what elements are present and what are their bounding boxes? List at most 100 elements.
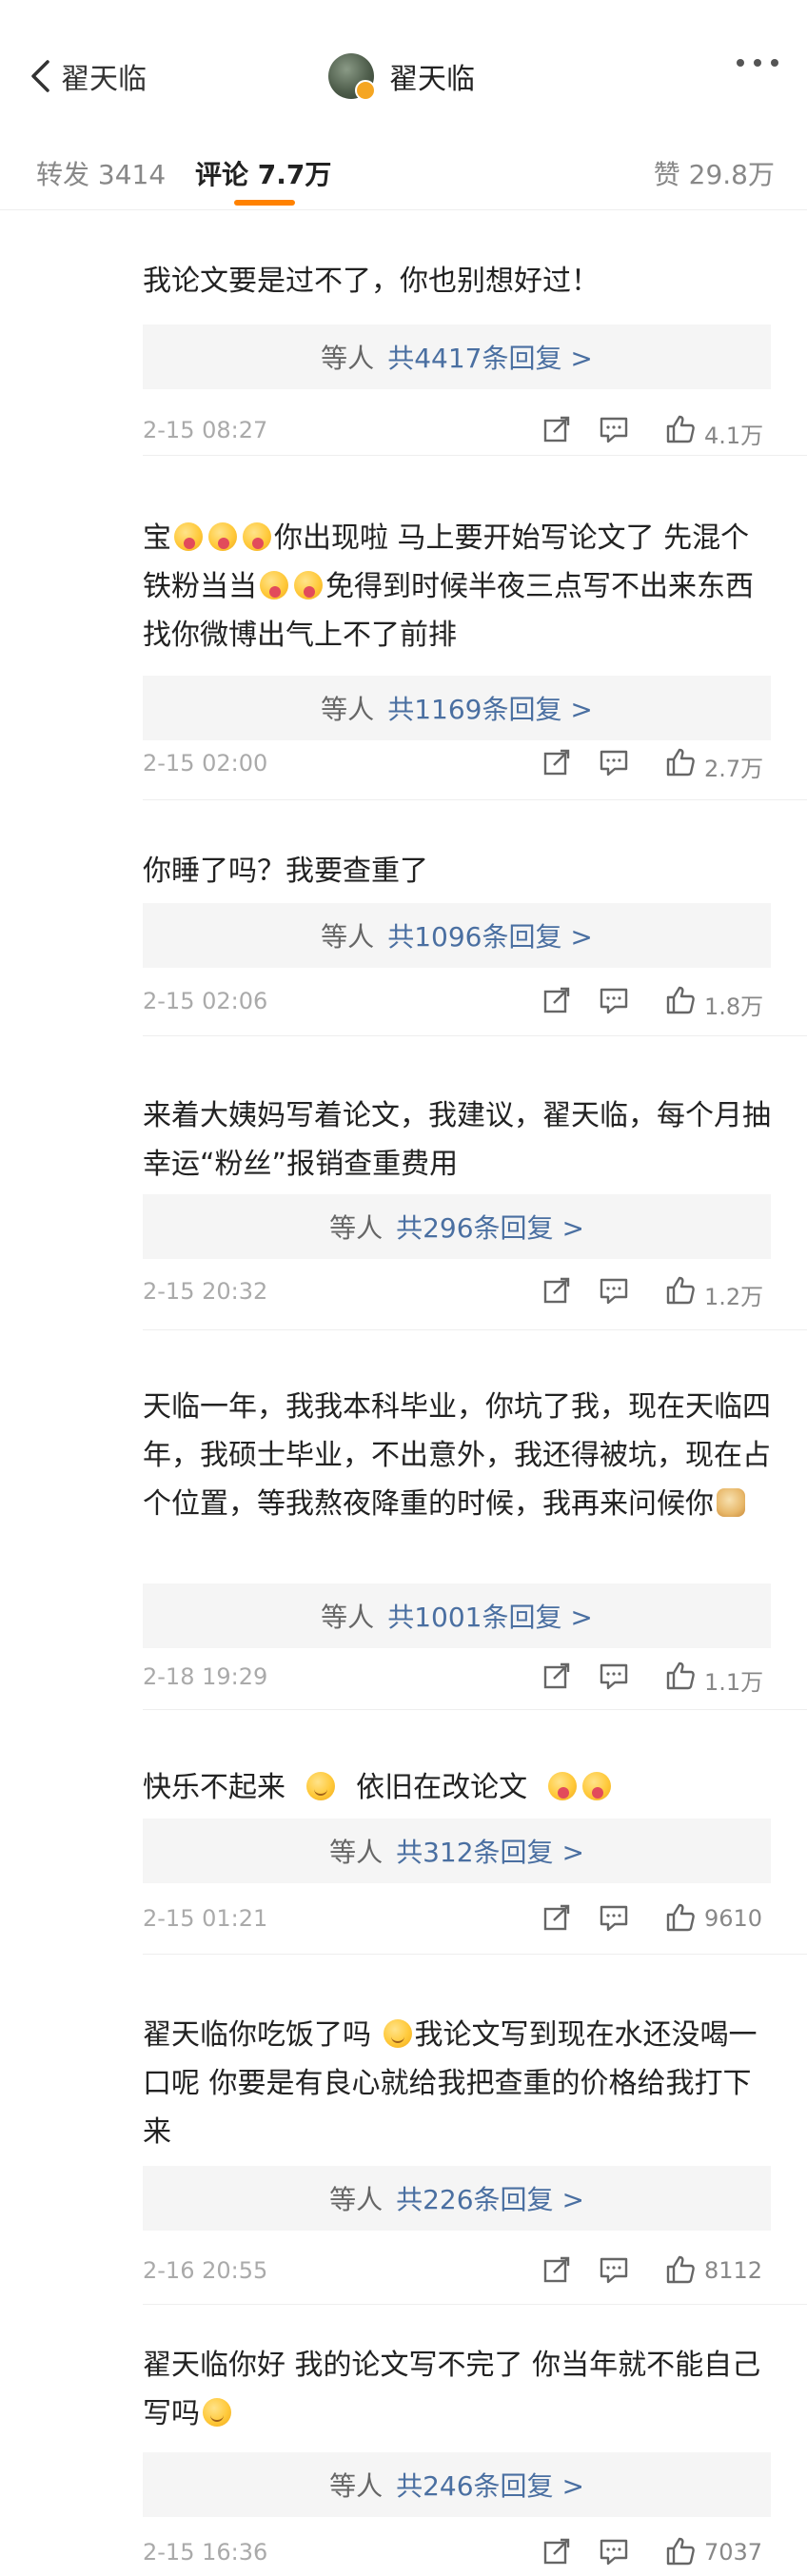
active-tab-indicator — [234, 200, 295, 206]
comment-time: 2-15 01:21 — [143, 1905, 268, 1932]
thumbs-up-icon[interactable] — [664, 1660, 697, 1692]
comment-meta: 2-15 01:21 9610 — [143, 1898, 771, 1936]
comment-meta: 2-15 02:06 1.8万 — [143, 980, 771, 1020]
share-icon[interactable] — [541, 413, 573, 445]
comment-icon[interactable] — [598, 2253, 630, 2286]
reply-summary[interactable]: 等人 共296条回复 > — [143, 1194, 771, 1259]
comment-time: 2-15 02:00 — [143, 750, 268, 777]
reply-count-link[interactable]: 共312条回复 > — [396, 1832, 584, 1870]
comment-text-span: 快乐不起来 — [143, 1771, 285, 1804]
reply-prefix: 等人 — [321, 343, 375, 374]
comment-icon[interactable] — [598, 1901, 630, 1934]
verified-badge-icon — [355, 80, 376, 101]
comment-text: 来着大姨妈写着论文，我建议，翟天临，每个月抽幸运“粉丝”报销查重费用 — [143, 1091, 771, 1189]
tongue-out-emoji-icon — [294, 571, 323, 600]
comment-time: 2-15 08:27 — [143, 417, 268, 443]
thumbs-up-icon[interactable] — [664, 984, 697, 1016]
reply-summary[interactable]: 等人 共1169条回复 > — [143, 676, 771, 740]
divider — [143, 2304, 807, 2305]
back-label: 翟天临 — [61, 63, 147, 96]
reply-prefix: 等人 — [329, 1212, 384, 1244]
comment-meta: 2-15 02:00 2.7万 — [143, 742, 771, 782]
thumbs-up-icon[interactable] — [664, 1901, 697, 1934]
share-icon[interactable] — [541, 1901, 573, 1934]
share-icon[interactable] — [541, 746, 573, 778]
comment-meta: 2-15 20:32 1.2万 — [143, 1270, 771, 1310]
dot — [771, 59, 778, 67]
tab-repost[interactable]: 转发 3414 — [36, 154, 166, 192]
comment-text-span: 来着大姨妈写着论文，我建议，翟天临，每个月抽幸运“粉丝”报销查重费用 — [143, 1099, 771, 1181]
like-count: 7037 — [704, 2539, 763, 2566]
comment-icon[interactable] — [598, 746, 630, 778]
smile-emoji-icon — [203, 2398, 231, 2427]
reply-count-link[interactable]: 共1001条回复 > — [387, 1597, 593, 1635]
reply-count-link[interactable]: 共246条回复 > — [396, 2466, 584, 2504]
share-icon[interactable] — [541, 2535, 573, 2567]
tab-repost-label: 转发 — [36, 159, 90, 190]
reply-prefix: 等人 — [321, 921, 375, 953]
reply-summary[interactable]: 等人 共4417条回复 > — [143, 324, 771, 389]
reply-prefix: 等人 — [329, 2184, 384, 2215]
comment-time: 2-18 19:29 — [143, 1663, 268, 1690]
like-count: 1.1万 — [704, 1669, 764, 1696]
share-icon[interactable] — [541, 1660, 573, 1692]
comment-text-span: 翟天临你吃饭了吗 — [143, 2018, 371, 2052]
reply-summary[interactable]: 等人 共246条回复 > — [143, 2452, 771, 2517]
smile-emoji-icon — [306, 1772, 336, 1800]
reply-count-link[interactable]: 共1096条回复 > — [387, 916, 593, 954]
comment-icon[interactable] — [598, 413, 630, 445]
smile-emoji-icon — [383, 2019, 412, 2048]
comment-meta: 2-18 19:29 1.1万 — [143, 1656, 771, 1696]
back-button[interactable]: 翟天临 — [29, 46, 147, 107]
share-icon[interactable] — [541, 2253, 573, 2286]
divider — [143, 1709, 807, 1710]
like-count: 8112 — [704, 2257, 763, 2284]
thumbs-up-icon[interactable] — [664, 2253, 697, 2286]
divider — [143, 1954, 807, 1955]
thumbs-up-icon[interactable] — [664, 2535, 697, 2567]
reply-summary[interactable]: 等人 共1096条回复 > — [143, 903, 771, 968]
like-count: 2.7万 — [704, 756, 764, 782]
like-count: 9610 — [704, 1905, 763, 1932]
comment-icon[interactable] — [598, 2535, 630, 2567]
tab-like[interactable]: 赞 29.8万 — [654, 154, 775, 192]
comment-text-span: 天临一年，我我本科毕业，你坑了我，现在天临四年，我硕士毕业，不出意外，我还得被坑… — [143, 1390, 771, 1521]
divider — [143, 1035, 807, 1036]
comment-text-span: 你睡了吗？我要查重了 — [143, 855, 428, 888]
reply-count-link[interactable]: 共296条回复 > — [396, 1208, 584, 1246]
comment-icon[interactable] — [598, 1274, 630, 1307]
tab-bar: 转发 3414 评论 7.7万 赞 29.8万 — [0, 133, 807, 210]
tongue-out-emoji-icon — [208, 522, 237, 551]
divider — [143, 1329, 807, 1330]
comment-time: 2-15 02:06 — [143, 988, 268, 1014]
reply-prefix: 等人 — [321, 1602, 375, 1633]
comment-text: 你睡了吗？我要查重了 — [143, 847, 771, 895]
profile-title[interactable]: 翟天临 — [328, 46, 475, 107]
reply-count-link[interactable]: 共226条回复 > — [396, 2179, 584, 2217]
comment-icon[interactable] — [598, 1660, 630, 1692]
comment-text-span: 我论文要是过不了，你也别想好过！ — [143, 265, 600, 298]
tongue-out-emoji-icon — [243, 522, 271, 551]
reply-summary[interactable]: 等人 共312条回复 > — [143, 1819, 771, 1883]
reply-prefix: 等人 — [329, 1837, 384, 1868]
thumbs-up-icon[interactable] — [664, 746, 697, 778]
comment-text: 翟天临你吃饭了吗 我论文写到现在水还没喝一口呢 你要是有良心就给我把查重的价格给… — [143, 2011, 771, 2156]
thumbs-up-icon[interactable] — [664, 1274, 697, 1307]
reply-count-link[interactable]: 共1169条回复 > — [387, 689, 593, 727]
tab-like-count: 29.8万 — [688, 159, 775, 190]
top-bar: 翟天临 翟天临 — [0, 0, 807, 133]
comment-time: 2-15 20:32 — [143, 1278, 268, 1305]
reply-prefix: 等人 — [329, 2470, 384, 2502]
comment-icon[interactable] — [598, 984, 630, 1016]
more-dots-icon[interactable] — [737, 59, 778, 67]
share-icon[interactable] — [541, 984, 573, 1016]
share-icon[interactable] — [541, 1274, 573, 1307]
reply-summary[interactable]: 等人 共226条回复 > — [143, 2166, 771, 2231]
avatar[interactable] — [328, 53, 376, 101]
tab-comment[interactable]: 评论 7.7万 — [195, 154, 331, 192]
comment-text-span: 翟天临你好 我的论文写不完了 你当年就不能自己写吗 — [143, 2349, 761, 2430]
comment-text: 我论文要是过不了，你也别想好过！ — [143, 257, 771, 305]
reply-count-link[interactable]: 共4417条回复 > — [387, 338, 593, 376]
reply-summary[interactable]: 等人 共1001条回复 > — [143, 1583, 771, 1648]
thumbs-up-icon[interactable] — [664, 413, 697, 445]
